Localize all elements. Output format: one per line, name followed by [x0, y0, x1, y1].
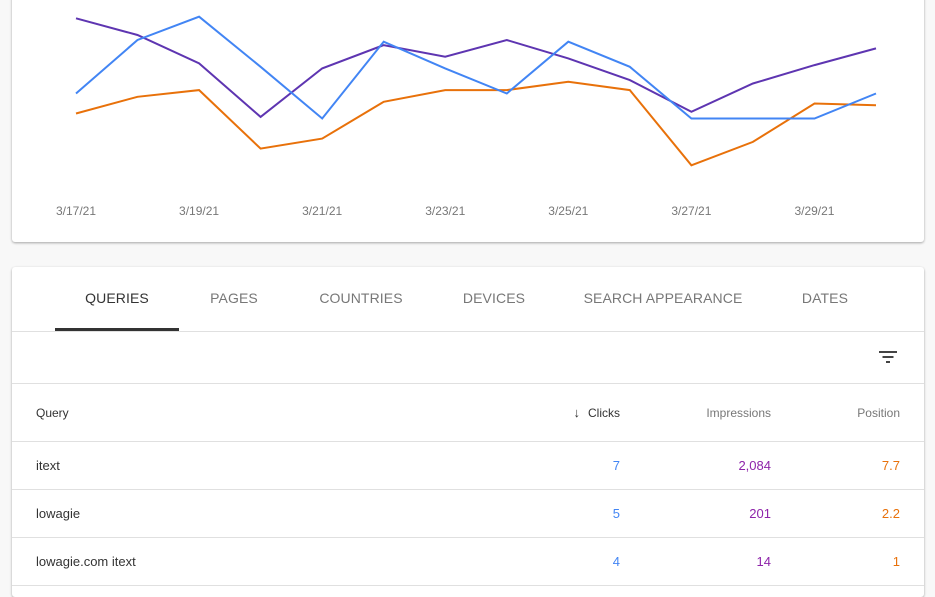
position-cell: 7.7 [881, 458, 900, 473]
clicks-cell: 4 [612, 554, 620, 569]
tab-queries[interactable]: QUERIES [55, 267, 179, 331]
header-clicks-label: Clicks [588, 405, 620, 420]
x-tick-label: 3/29/21 [794, 204, 834, 218]
dimension-tabs: QUERIES PAGES COUNTRIES DEVICES SEARCH A… [12, 267, 924, 332]
x-tick-label: 3/25/21 [548, 204, 588, 218]
x-axis-ticks: 3/17/21 3/19/21 3/21/21 3/23/21 3/25/21 3/27/… [56, 204, 835, 218]
header-clicks[interactable]: ↓ Clicks [574, 384, 621, 441]
tab-countries[interactable]: COUNTRIES [300, 267, 422, 331]
x-tick-label: 3/27/21 [671, 204, 711, 218]
performance-line-chart: 3/17/21 3/19/21 3/21/21 3/23/21 3/25/21 3/27/… [56, 15, 877, 218]
x-tick-label: 3/17/21 [56, 204, 96, 218]
x-tick-label: 3/21/21 [302, 204, 342, 218]
tab-pages[interactable]: PAGES [187, 267, 281, 331]
series-line-position [75, 80, 877, 167]
x-tick-label: 3/23/21 [425, 204, 465, 218]
table-row[interactable]: lowagie 5 201 2.2 [12, 490, 924, 538]
header-position[interactable]: Position [857, 384, 900, 441]
impressions-cell: 201 [749, 506, 771, 521]
filter-list-icon[interactable] [876, 345, 900, 369]
query-cell: lowagie.com itext [36, 554, 136, 569]
tab-search-appearance[interactable]: SEARCH APPEARANCE [574, 267, 752, 331]
table-row[interactable]: lowagie.com itext 4 14 1 [12, 538, 924, 586]
impressions-cell: 14 [756, 554, 771, 569]
position-cell: 1 [892, 554, 900, 569]
chart-lines [75, 15, 877, 167]
queries-table-card: QUERIES PAGES COUNTRIES DEVICES SEARCH A… [12, 267, 924, 597]
clicks-cell: 7 [612, 458, 620, 473]
performance-chart-card: 3/17/21 3/19/21 3/21/21 3/23/21 3/25/21 3/27/… [12, 0, 924, 242]
header-query[interactable]: Query [36, 384, 69, 441]
series-line-clicks [75, 15, 877, 120]
header-impressions[interactable]: Impressions [706, 384, 771, 441]
sort-descending-icon: ↓ [573, 405, 581, 420]
tab-dates[interactable]: DATES [780, 267, 870, 331]
impressions-cell: 2,084 [738, 458, 771, 473]
series-line-impressions [75, 17, 877, 119]
query-cell: lowagie [36, 506, 81, 521]
x-tick-label: 3/19/21 [179, 204, 219, 218]
table-toolbar [12, 332, 924, 384]
table-row[interactable]: itext 7 2,084 7.7 [12, 442, 924, 490]
query-cell: itext [36, 458, 60, 473]
tab-devices[interactable]: DEVICES [442, 267, 546, 331]
table-header: Query ↓ Clicks Impressions Position [12, 384, 924, 442]
clicks-cell: 5 [612, 506, 620, 521]
position-cell: 2.2 [881, 506, 900, 521]
